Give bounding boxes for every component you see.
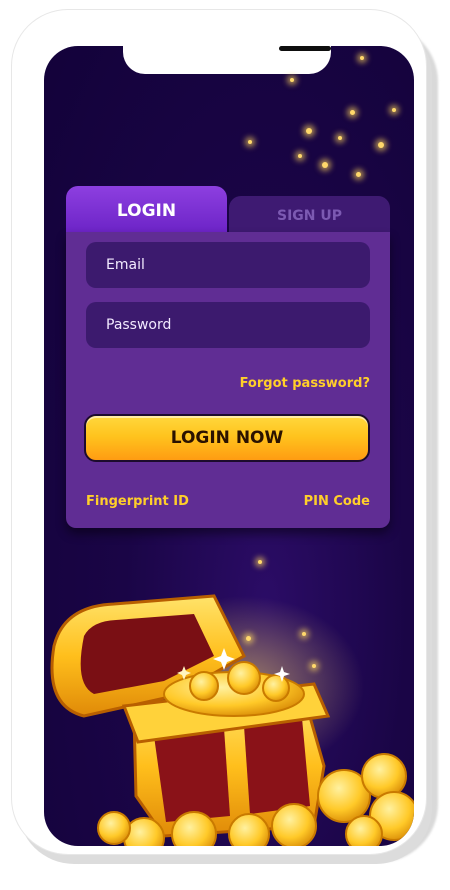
speaker-icon — [279, 46, 331, 51]
fingerprint-id-link[interactable]: Fingerprint ID — [86, 494, 189, 509]
email-placeholder: Email — [106, 257, 145, 273]
login-now-button[interactable]: LOGIN NOW — [84, 414, 370, 462]
phone-notch — [123, 46, 331, 74]
password-field[interactable]: Password — [86, 302, 370, 348]
password-placeholder: Password — [106, 317, 172, 333]
treasure-chest-icon — [50, 594, 414, 846]
phone-frame: LOGIN SIGN UP Email Password Forgot pass… — [12, 10, 426, 854]
login-panel: Email Password Forgot password? LOGIN NO… — [66, 232, 390, 528]
email-field[interactable]: Email — [86, 242, 370, 288]
tab-login[interactable]: LOGIN — [66, 186, 227, 236]
app-screen: LOGIN SIGN UP Email Password Forgot pass… — [44, 46, 414, 846]
tab-signup[interactable]: SIGN UP — [229, 196, 390, 236]
forgot-password-link[interactable]: Forgot password? — [240, 376, 370, 391]
pin-code-link[interactable]: PIN Code — [304, 494, 370, 509]
login-card: LOGIN SIGN UP Email Password Forgot pass… — [66, 186, 390, 528]
